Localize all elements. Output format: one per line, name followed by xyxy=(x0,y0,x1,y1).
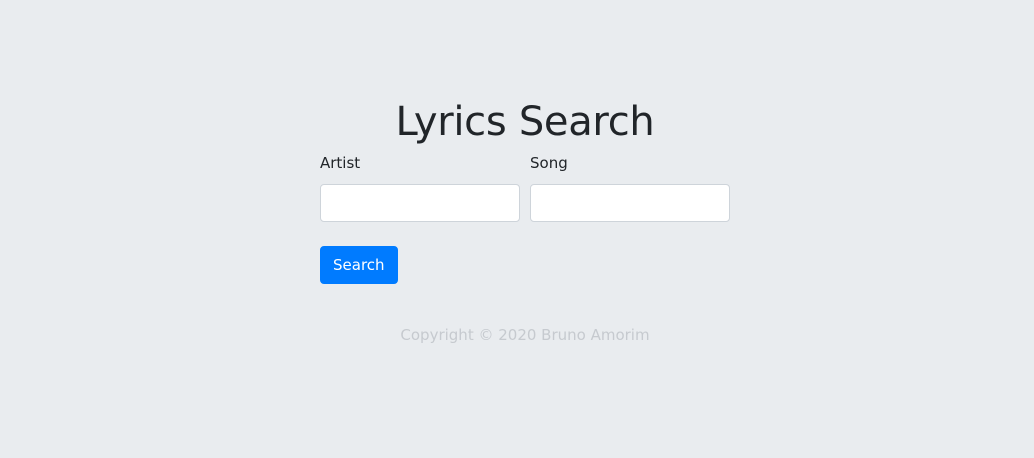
page-title: Lyrics Search xyxy=(395,99,655,145)
artist-input[interactable] xyxy=(320,184,520,222)
search-container: Lyrics Search Artist Song Search xyxy=(320,96,730,284)
page: Lyrics Search Artist Song Search Copyrig… xyxy=(0,0,1034,458)
search-button[interactable]: Search xyxy=(320,246,398,284)
artist-group: Artist xyxy=(320,153,520,222)
song-label: Song xyxy=(530,154,568,172)
song-input[interactable] xyxy=(530,184,730,222)
lyrics-search-form: Artist Song Search xyxy=(320,153,730,284)
form-row: Artist Song xyxy=(320,153,730,222)
footer-copyright: Copyright © 2020 Bruno Amorim xyxy=(400,326,650,344)
artist-label: Artist xyxy=(320,154,361,172)
song-group: Song xyxy=(530,153,730,222)
